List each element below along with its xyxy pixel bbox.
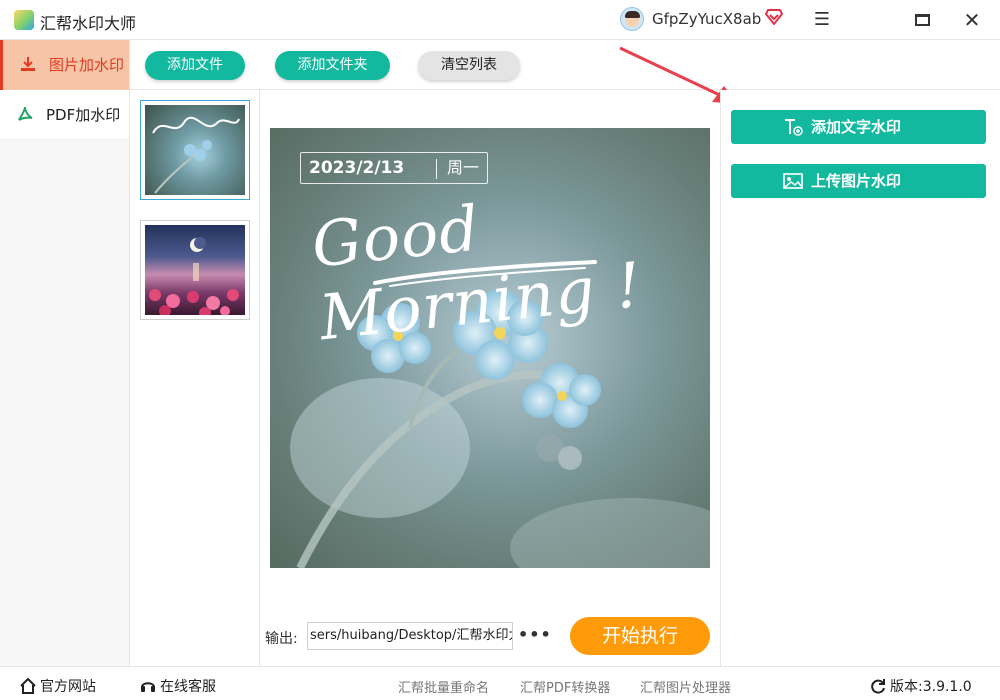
sidebar-item-label: PDF加水印: [46, 106, 121, 124]
user-avatar[interactable]: [620, 7, 644, 31]
thumbnail-image: [145, 225, 245, 315]
thumbnail-image: [145, 105, 245, 195]
refresh-icon: [871, 679, 885, 694]
home-icon: [20, 678, 36, 694]
sidebar-item-label: 图片加水印: [49, 56, 125, 74]
output-label: 输出:: [265, 631, 298, 647]
pdf-icon: [18, 106, 33, 121]
app-logo: [14, 10, 34, 30]
footer: 官方网站 在线客服 汇帮批量重命名 汇帮PDF转换器 汇帮图片处理器 版本:3.…: [0, 666, 1000, 700]
preview-image: 2023/2/13 周一 Good Morning !: [270, 128, 710, 568]
upload-image-watermark-label: 上传图片水印: [811, 172, 902, 190]
date-divider: [436, 159, 437, 179]
avatar-hair: [625, 11, 640, 18]
title-bar: 汇帮水印大师 GfpZyYucX8ab ☰ ✕: [0, 0, 1000, 40]
weekday-text: 周一: [447, 158, 480, 177]
add-folder-button[interactable]: 添加文件夹: [275, 51, 390, 80]
thumbnail-morning[interactable]: [140, 100, 250, 200]
batch-rename-link[interactable]: 汇帮批量重命名: [398, 677, 489, 696]
output-path-field[interactable]: sers/huibang/Desktop/汇帮水印大师: [307, 622, 513, 650]
add-text-watermark-label: 添加文字水印: [811, 118, 902, 136]
vip-diamond-icon[interactable]: [764, 9, 784, 29]
online-service-link[interactable]: 在线客服: [140, 676, 216, 696]
clear-list-button[interactable]: 清空列表: [418, 51, 520, 80]
swoosh-stroke: [373, 260, 597, 287]
close-icon[interactable]: ✕: [960, 8, 984, 32]
image-processor-link[interactable]: 汇帮图片处理器: [640, 677, 731, 696]
upload-image-watermark-button[interactable]: 上传图片水印: [731, 164, 986, 198]
start-button[interactable]: 开始执行: [570, 617, 710, 655]
official-site-label: 官方网站: [40, 679, 96, 695]
date-text: 2023/2/13: [309, 158, 405, 178]
pdf-converter-link[interactable]: 汇帮PDF转换器: [520, 677, 610, 696]
sidebar-item-image-watermark[interactable]: 图片加水印: [0, 40, 129, 90]
text-add-icon: [785, 119, 803, 136]
image-icon: [783, 173, 803, 189]
online-service-label: 在线客服: [160, 679, 216, 695]
sidebar: 图片加水印 PDF加水印: [0, 40, 130, 666]
maximize-icon[interactable]: [910, 8, 934, 32]
toolbar: 添加文件 添加文件夹 清空列表: [130, 40, 1000, 90]
username[interactable]: GfpZyYucX8ab: [652, 10, 761, 28]
version-label: 版本:: [890, 679, 923, 695]
watermark-panel: 添加文字水印 上传图片水印: [720, 90, 1000, 666]
sidebar-item-pdf-watermark[interactable]: PDF加水印: [0, 90, 129, 140]
download-icon: [21, 57, 35, 71]
version-info[interactable]: 版本:3.9.1.0: [870, 676, 972, 696]
menu-icon[interactable]: ☰: [810, 8, 834, 32]
official-site-link[interactable]: 官方网站: [20, 676, 96, 696]
browse-more-button[interactable]: •••: [518, 625, 552, 644]
app-title: 汇帮水印大师: [40, 14, 137, 33]
thumbnail-list: [130, 90, 260, 666]
headset-icon: [141, 682, 155, 692]
thumbnail-night[interactable]: [140, 220, 250, 320]
version-number: 3.9.1.0: [922, 679, 972, 695]
add-file-button[interactable]: 添加文件: [145, 51, 245, 80]
date-stamp: 2023/2/13 周一: [300, 152, 488, 184]
add-text-watermark-button[interactable]: 添加文字水印: [731, 110, 986, 144]
